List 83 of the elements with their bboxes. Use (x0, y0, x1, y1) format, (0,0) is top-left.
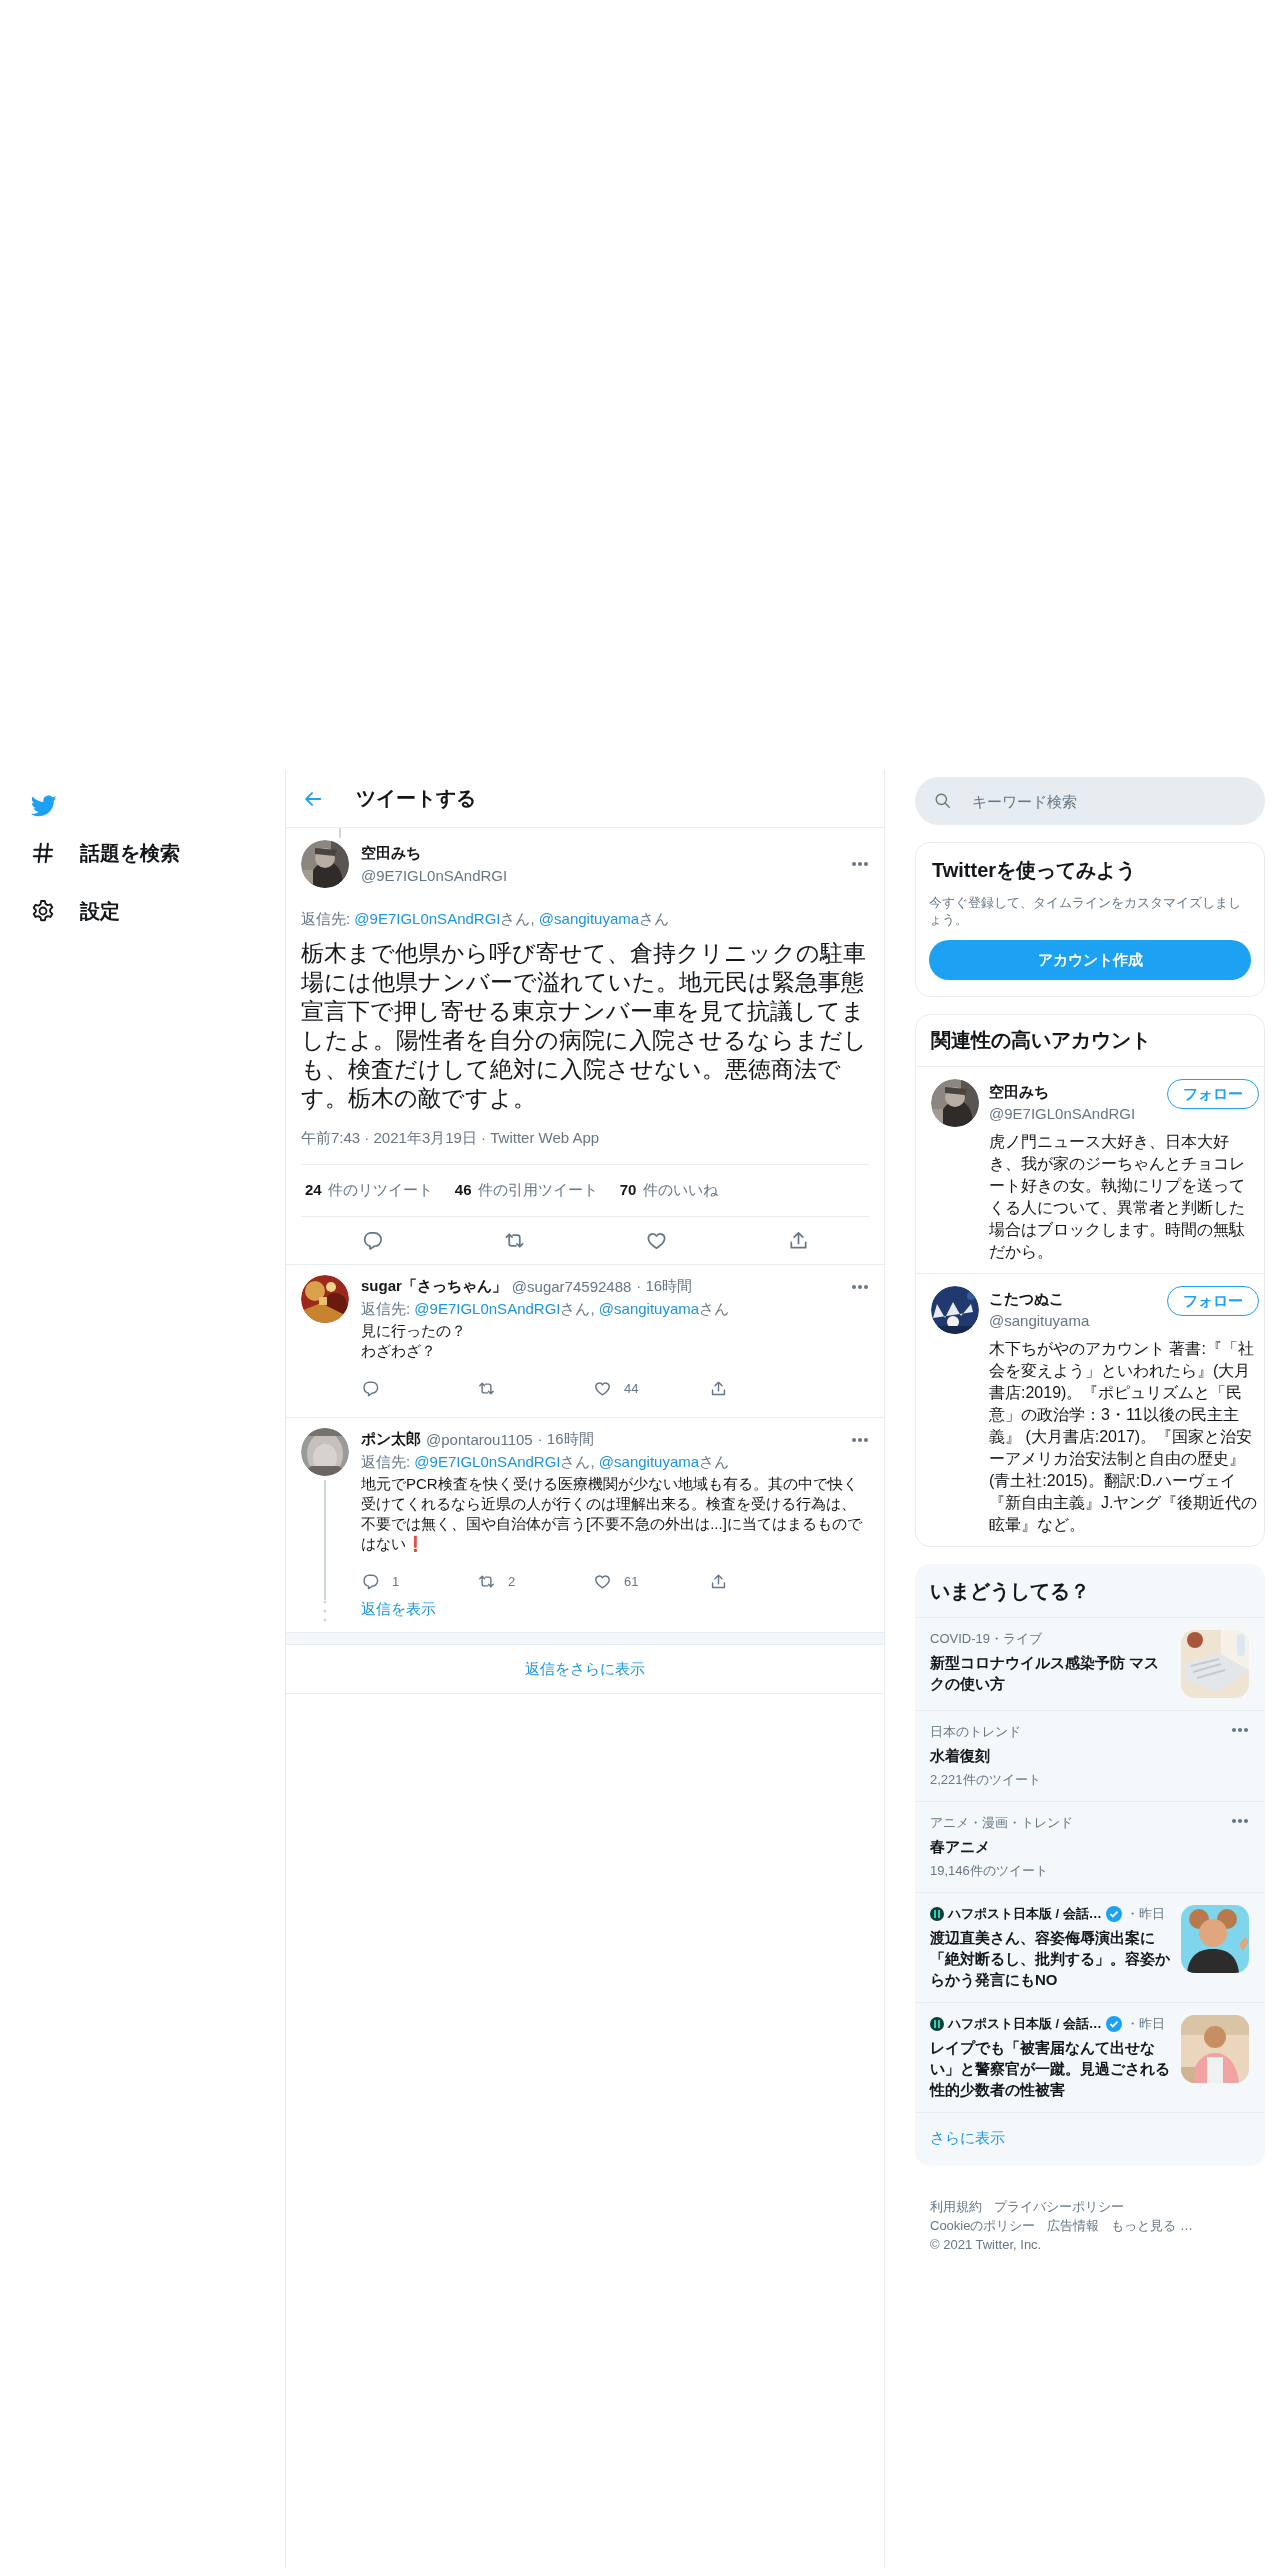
footer-link[interactable]: 利用規約 (930, 2197, 982, 2216)
author-handle: @sugar74592488 (511, 1278, 632, 1295)
share-icon (709, 1571, 728, 1591)
dotted-line (323, 1600, 327, 1622)
reply-button[interactable]: 1 (361, 1571, 477, 1591)
source-logo-icon (930, 2017, 944, 2031)
reply-icon (361, 1378, 380, 1398)
author-name: 空田みち (361, 844, 422, 863)
mention-link[interactable]: @sangituyama (598, 1453, 700, 1470)
search-icon (933, 791, 952, 810)
news-source: ハフポスト日本版 / 会話… (948, 2015, 1102, 2033)
reply-text: 地元でPCR検査を快く受ける医療機関が少ない地域も有る。其の中で快く受けてくれるなら近県の人が行くのは理解出来る。検査を受ける行為は、不要では無く、国や自治体が言う[不要不急の外出は...]に当てはまるものではない❗ (361, 1474, 863, 1554)
stat-link[interactable]: 46 件の引用ツイート (454, 1181, 598, 1200)
reply-icon (361, 1571, 380, 1591)
news-time: ・昨日 (1125, 2015, 1165, 2033)
trend-context: 日本のトレンド (930, 1723, 1022, 1741)
trend-title: 水着復刻 (930, 1746, 991, 1766)
tweet-count: 19,146件のツイート (930, 1862, 1049, 1880)
page-title: ツイートする (356, 786, 476, 811)
account-handle: @9E7IGL0nSAndRGI (989, 1105, 1137, 1122)
author-handle: @9E7IGL0nSAndRGI (361, 867, 509, 884)
footer-link[interactable]: もっと見る … (1111, 2216, 1194, 2235)
mention-link[interactable]: @9E7IGL0nSAndRGI (354, 910, 501, 927)
news-time: ・昨日 (1125, 1905, 1165, 1923)
like-button[interactable]: 61 (593, 1571, 709, 1591)
reply-text: わざわざ？ (361, 1341, 437, 1361)
news-source: ハフポスト日本版 / 会話… (948, 1905, 1102, 1923)
show-more-link[interactable]: 返信をさらに表示 (286, 1645, 884, 1694)
stat-link[interactable]: 24 件のリツイート (305, 1181, 433, 1200)
share-icon (709, 1378, 728, 1398)
mention-link[interactable]: @sangituyama (598, 1300, 700, 1317)
more-icon[interactable] (1231, 1727, 1249, 1733)
settings-icon (30, 898, 56, 924)
author-name: sugar「さっちゃん」 (361, 1277, 507, 1296)
show-more-link[interactable]: さらに表示 (915, 2113, 1265, 2166)
mention-link[interactable]: @sangituyama (538, 910, 640, 927)
account-name: 空田みち (989, 1083, 1050, 1102)
like-button[interactable]: 44 (593, 1378, 709, 1398)
card-title: 関連性の高いアカウント (916, 1015, 1264, 1067)
news-title: 渡辺直美さん、容姿侮辱演出案に「絶対断るし、批判する」。容姿からかう発言にもNO (930, 1928, 1171, 1990)
author-name: ポン太郎 (361, 1430, 421, 1449)
author-handle: @pontarou1105 (426, 1431, 533, 1448)
more-icon[interactable] (851, 1283, 869, 1290)
post-time: · 16時間 (537, 1430, 594, 1449)
footer-link[interactable]: プライバシーポリシー (994, 2197, 1124, 2216)
mention-link[interactable]: @9E7IGL0nSAndRGI (414, 1300, 561, 1317)
stat-link[interactable]: 70 件のいいね (619, 1181, 718, 1200)
trend-context: COVID-19・ライブ (930, 1630, 1043, 1648)
mention-link[interactable]: @9E7IGL0nSAndRGI (414, 1453, 561, 1470)
card-title: いまどうしてる？ (915, 1564, 1265, 1618)
reply-to-line: 返信先: @9E7IGL0nSAndRGIさん, @sangituyamaさん (361, 1453, 731, 1472)
trend-title: 新型コロナウイルス感染予防 マスクの使い方 (930, 1653, 1161, 1694)
nav-link[interactable]: 話題を検索 (30, 824, 180, 882)
tweet-text: 栃木まで他県から呼び寄せて、倉持クリニックの駐車場には他県ナンバーで溢れていた。地元民は緊急事態宣言下で押し寄せる東京ナンバー車を見て抗議してましたよ。陽性者を自分の病院に入院させるならまだしも、検査だけして絶対に入院させない。悪徳商法です。栃木の敵ですよ。 (301, 939, 868, 1113)
tweet-timestamp: 午前7:43 · 2021年3月19日 · Twitter Web App (301, 1129, 869, 1165)
news-title: レイプでも「被害届なんて出せない」と警察官が一蹴。見過ごされる性的少数者の性被害 (930, 2038, 1171, 2100)
tweet-count: 2,221件のツイート (930, 1771, 1042, 1789)
account-name: こたつぬこ (989, 1290, 1065, 1309)
nav-link[interactable]: 設定 (30, 882, 120, 940)
account-bio: 木下ちがやのアカウント 著書:『「社会を変えよう」といわれたら』(大月書店:2019)。『ポピュリズムと「民意」の政治学：3・11以後の民主主義』 (大月書店:2017)。『国家と治安ーアメリカ治安法制と自由の歴史』(青土社:2015)。翻訳:D.ハーヴェイ『新自由主義』J.ヤング『後期近代の眩暈』など。 (989, 1339, 1259, 1535)
copyright: © 2021 Twitter, Inc. (930, 2236, 1043, 2254)
create-account-button[interactable]: アカウント作成 (929, 940, 1251, 980)
more-icon[interactable] (1231, 1818, 1249, 1824)
account-handle: @sangituyama (989, 1312, 1091, 1329)
card-text: 今すぐ登録して、タイムラインをカスタマイズしましょう。 (929, 894, 1242, 928)
more-icon[interactable] (851, 1436, 869, 1443)
reply-to-line: 返信先: @9E7IGL0nSAndRGIさん, @sangituyamaさん (361, 1300, 731, 1319)
footer-link[interactable]: Cookieのポリシー (930, 2216, 1036, 2235)
trend-title: 春アニメ (930, 1837, 991, 1857)
hashtag-icon (30, 840, 56, 866)
search-field[interactable]: キーワード検索 (915, 777, 1265, 825)
footer-link[interactable]: 広告情報 (1047, 2216, 1100, 2235)
account-bio: 虎ノ門ニュース大好き、日本大好き、我が家のジーちゃんとチョコレート好きの女。執拗にリプを送ってくる人について、異常者と判断した場合はブロックします。時間の無駄だから。 (989, 1132, 1246, 1262)
reply-to-line: 返信先: @9E7IGL0nSAndRGIさん, @sangituyamaさん (301, 910, 671, 929)
source-logo-icon (930, 1907, 944, 1921)
trend-context: アニメ・漫画・トレンド (930, 1814, 1074, 1832)
more-icon[interactable] (851, 861, 869, 867)
bird-icon[interactable] (30, 793, 57, 817)
retweet-button[interactable]: 2 (477, 1571, 593, 1591)
card-title: Twitterを使ってみよう (932, 858, 1138, 883)
reply-text: 見に行ったの？ (361, 1321, 467, 1341)
show-replies-link[interactable]: 返信を表示 (361, 1596, 436, 1621)
post-time: · 16時間 (636, 1277, 693, 1296)
